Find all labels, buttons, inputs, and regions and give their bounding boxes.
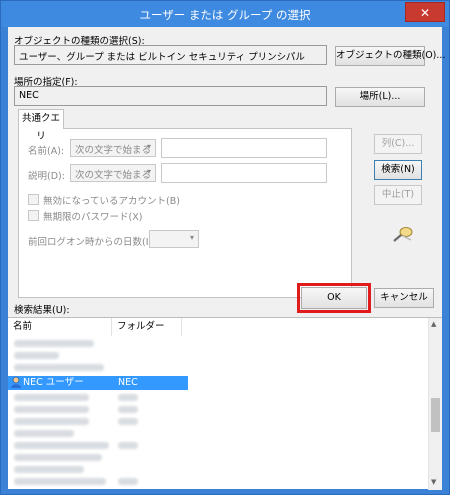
description-match-combo[interactable]: 次の文字で始まる ▾	[70, 164, 156, 182]
close-button[interactable]: ✕	[405, 2, 445, 22]
scroll-down-icon[interactable]: ▼	[431, 478, 436, 486]
non-expiring-password-checkbox[interactable]	[28, 210, 39, 221]
redacted-row	[118, 442, 138, 449]
chevron-down-icon: ▾	[189, 233, 194, 242]
column-header-folder[interactable]: フォルダー	[112, 318, 182, 336]
search-now-button[interactable]: 検索(N)	[374, 160, 422, 180]
selected-row-name: NEC ユーザー	[23, 377, 84, 388]
list-item-selected[interactable]: NEC ユーザー NEC	[8, 376, 188, 390]
description-label: 説明(D):	[28, 171, 65, 182]
selected-row-folder: NEC	[118, 377, 138, 388]
redacted-row	[118, 406, 138, 413]
redacted-row	[14, 478, 106, 485]
object-type-field: ユーザー、グループ または ビルトイン セキュリティ プリンシパル	[14, 45, 327, 65]
disabled-accounts-checkbox[interactable]	[28, 194, 39, 205]
title-bar: ユーザー または グループ の選択 ✕	[1, 1, 449, 27]
stop-button[interactable]: 中止(T)	[374, 185, 422, 205]
days-since-logon-label: 前回ログオン時からの日数(I):	[28, 237, 156, 248]
window-title: ユーザー または グループ の選択	[139, 8, 311, 22]
redacted-row	[14, 394, 89, 401]
redacted-row	[14, 466, 84, 473]
description-combo-value: 次の文字で始まる	[75, 170, 152, 181]
redacted-row	[14, 364, 104, 371]
chevron-down-icon: ▾	[146, 167, 151, 176]
redacted-row	[118, 418, 138, 425]
location-field: NEC	[14, 86, 327, 106]
name-match-combo[interactable]: 次の文字で始まる ▾	[70, 139, 156, 157]
user-icon	[10, 376, 22, 394]
description-input[interactable]	[161, 163, 327, 183]
vertical-scrollbar[interactable]: ▲ ▼	[428, 318, 442, 490]
redacted-row	[14, 352, 59, 359]
scroll-up-icon[interactable]: ▲	[431, 320, 436, 328]
dialog-window: ユーザー または グループ の選択 ✕ オブジェクトの種類の選択(S): ユーザ…	[0, 0, 450, 495]
days-since-logon-combo[interactable]: ▾	[149, 230, 199, 248]
chevron-down-icon: ▾	[146, 142, 151, 151]
search-results-label: 検索結果(U):	[14, 305, 70, 316]
dialog-body: オブジェクトの種類の選択(S): ユーザー、グループ または ビルトイン セキュ…	[8, 27, 445, 490]
name-input[interactable]	[161, 138, 327, 158]
redacted-row	[14, 418, 89, 425]
column-header-name[interactable]: 名前	[8, 318, 112, 336]
search-results-list[interactable]: 名前 フォルダー NEC ユーザー NEC ▲ ▼	[8, 317, 442, 490]
redacted-row	[14, 406, 89, 413]
non-expiring-password-label: 無期限のパスワード(X)	[43, 212, 143, 223]
name-label: 名前(A):	[28, 146, 65, 157]
columns-button[interactable]: 列(C)...	[374, 134, 422, 154]
ok-button[interactable]: OK	[301, 287, 367, 309]
disabled-accounts-label: 無効になっているアカウント(B)	[43, 196, 180, 207]
magnifier-icon	[393, 227, 413, 242]
name-combo-value: 次の文字で始まる	[75, 145, 152, 156]
redacted-row	[14, 340, 94, 347]
locations-button[interactable]: 場所(L)...	[335, 87, 425, 107]
scrollbar-thumb[interactable]	[431, 398, 440, 432]
redacted-row	[14, 454, 102, 461]
redacted-row	[118, 478, 138, 485]
cancel-button[interactable]: キャンセル	[374, 288, 434, 308]
redacted-row	[14, 442, 109, 449]
tab-common-query[interactable]: 共通クエリ	[18, 109, 64, 142]
redacted-row	[14, 430, 74, 437]
redacted-row	[118, 394, 138, 401]
object-types-button[interactable]: オブジェクトの種類(O)...	[335, 46, 445, 66]
